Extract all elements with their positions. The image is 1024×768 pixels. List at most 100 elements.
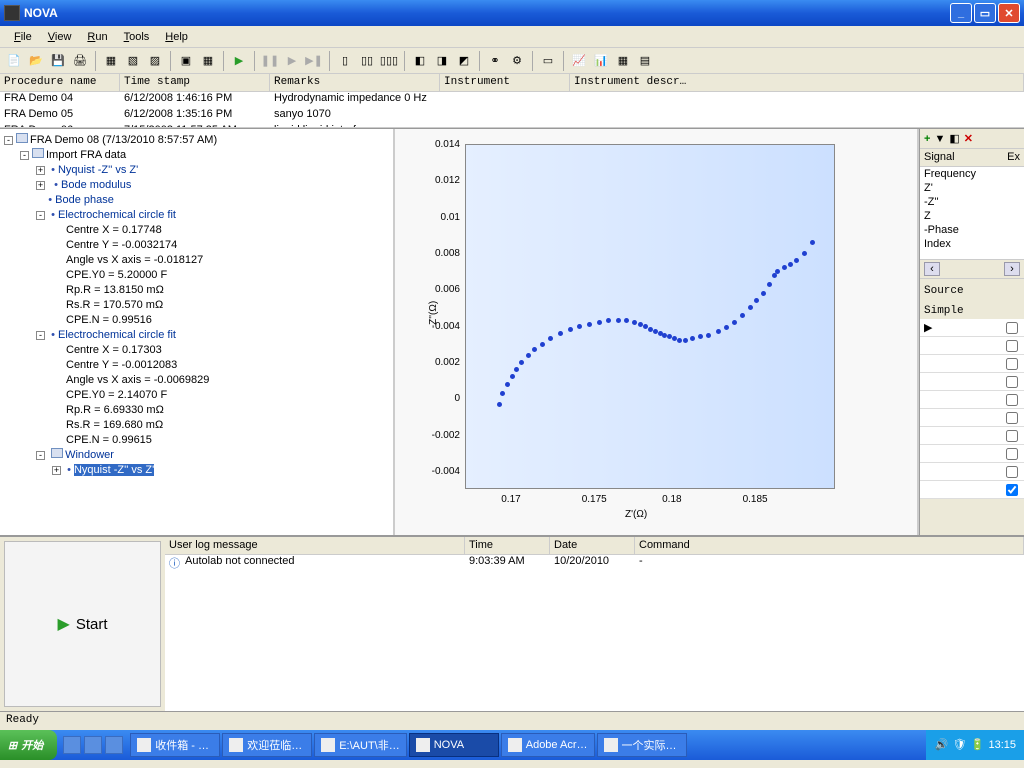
cut-icon[interactable]: ▦ [101,51,121,71]
task-button-active[interactable]: NOVA [409,733,499,757]
task-button[interactable]: E:\AUT\非… [314,733,407,757]
signal-item[interactable]: Index [924,237,1020,251]
expander-icon[interactable]: + [52,466,61,475]
tray-icon[interactable]: 🔊 [934,738,948,752]
minimize-button[interactable]: _ [950,3,972,23]
doc-icon[interactable]: ▤ [635,51,655,71]
add-icon[interactable]: + [924,133,930,145]
signal-item[interactable]: -Z'' [924,195,1020,209]
menu-run[interactable]: Run [79,29,115,45]
clock[interactable]: 13:15 [988,739,1016,751]
filter-icon[interactable]: ▼ [934,133,945,145]
check-row[interactable] [920,427,1024,445]
device2-icon[interactable]: ◨ [432,51,452,71]
open-icon[interactable]: 📂 [26,51,46,71]
col-name[interactable]: Procedure name [0,74,120,91]
col-remarks[interactable]: Remarks [270,74,440,91]
checkbox[interactable] [1006,430,1018,442]
checkbox[interactable] [1006,358,1018,370]
ql-icon[interactable] [105,736,123,754]
checkbox[interactable] [1006,394,1018,406]
maximize-button[interactable]: ▭ [974,3,996,23]
log-col-cmd[interactable]: Command [635,537,1024,554]
device3-icon[interactable]: ◩ [454,51,474,71]
menu-tools[interactable]: Tools [116,29,158,45]
signal-list[interactable]: Frequency Z' -Z'' Z -Phase Index [920,167,1024,259]
tray-icon[interactable]: 🔋 [970,738,984,752]
check-row[interactable] [920,409,1024,427]
menu-view[interactable]: View [40,29,80,45]
check-row[interactable] [920,373,1024,391]
log-col-date[interactable]: Date [550,537,635,554]
panel1-icon[interactable]: ▯ [335,51,355,71]
chart-icon[interactable]: 📈 [569,51,589,71]
new-icon[interactable]: 📄 [4,51,24,71]
check-row[interactable] [920,391,1024,409]
task-button[interactable]: 收件箱 - … [130,733,220,757]
close-button[interactable]: ✕ [998,3,1020,23]
chart2-icon[interactable]: 📊 [591,51,611,71]
expander-icon[interactable]: - [36,331,45,340]
checkbox[interactable] [1006,376,1018,388]
start-menu-button[interactable]: ⊞开始 [0,730,57,760]
gear-icon[interactable]: ⚙ [507,51,527,71]
log-col-msg[interactable]: User log message [165,537,465,554]
col-descr[interactable]: Instrument descr… [570,74,1024,91]
grid-icon[interactable]: ▦ [198,51,218,71]
plot-area[interactable] [465,144,835,489]
menu-help[interactable]: Help [157,29,196,45]
procedure-list[interactable]: FRA Demo 04 6/12/2008 1:46:16 PM Hydrody… [0,92,1024,128]
expander-icon[interactable]: - [4,136,13,145]
tree-pane[interactable]: -FRA Demo 08 (7/13/2010 8:57:57 AM) -Imp… [0,129,395,535]
check-row[interactable] [920,463,1024,481]
check-row[interactable] [920,481,1024,499]
signal-item[interactable]: Z' [924,181,1020,195]
checkbox[interactable] [1006,448,1018,460]
checkbox[interactable] [1006,466,1018,478]
print-icon[interactable]: 🖨 [70,51,90,71]
check-row[interactable] [920,445,1024,463]
panel3-icon[interactable]: ▯▯▯ [379,51,399,71]
checkbox[interactable] [1006,484,1018,496]
ql-icon[interactable] [63,736,81,754]
task-button[interactable]: 欢迎莅临… [222,733,312,757]
col-time[interactable]: Time stamp [120,74,270,91]
signal-item[interactable]: Frequency [924,167,1020,181]
tray-icon[interactable]: 🛡 [952,738,966,752]
scroll-left-icon[interactable]: ‹ [924,262,940,276]
checkbox[interactable] [1006,412,1018,424]
viewer-icon[interactable]: ▭ [538,51,558,71]
task-button[interactable]: 一个实际… [597,733,687,757]
play-icon[interactable]: ▶ [229,51,249,71]
log-col-time[interactable]: Time [465,537,550,554]
menu-file[interactable]: File [6,29,40,45]
checkbox[interactable] [1006,340,1018,352]
start-button[interactable]: ▶ Start [4,541,161,707]
proc-row[interactable]: FRA Demo 04 6/12/2008 1:46:16 PM Hydrody… [0,92,1024,108]
expander-icon[interactable]: + [36,166,45,175]
expander-icon[interactable]: - [20,151,29,160]
col-instrument[interactable]: Instrument [440,74,570,91]
system-tray[interactable]: 🔊 🛡 🔋 13:15 [926,730,1024,760]
expander-icon[interactable]: + [36,181,45,190]
signal-item[interactable]: Z [924,209,1020,223]
task-button[interactable]: Adobe Acr… [501,733,595,757]
expander-icon[interactable]: - [36,451,45,460]
check-row[interactable] [920,337,1024,355]
layout-icon[interactable]: ▣ [176,51,196,71]
log-row[interactable]: ⓘ Autolab not connected 9:03:39 AM 10/20… [165,555,1024,571]
settings-icon[interactable]: ◧ [949,132,959,145]
table-icon[interactable]: ▦ [613,51,633,71]
panel2-icon[interactable]: ▯▯ [357,51,377,71]
check-row[interactable] [920,355,1024,373]
save-icon[interactable]: 💾 [48,51,68,71]
signal-item[interactable]: -Phase [924,223,1020,237]
link-icon[interactable]: ⚭ [485,51,505,71]
selected-node[interactable]: Nyquist -Z'' vs Z' [74,464,154,476]
proc-row[interactable]: FRA Demo 05 6/12/2008 1:35:16 PM sanyo 1… [0,108,1024,124]
checkbox[interactable] [1006,322,1018,334]
expander-icon[interactable]: - [36,211,45,220]
delete-icon[interactable]: ✕ [964,132,973,145]
device1-icon[interactable]: ◧ [410,51,430,71]
scroll-right-icon[interactable]: › [1004,262,1020,276]
